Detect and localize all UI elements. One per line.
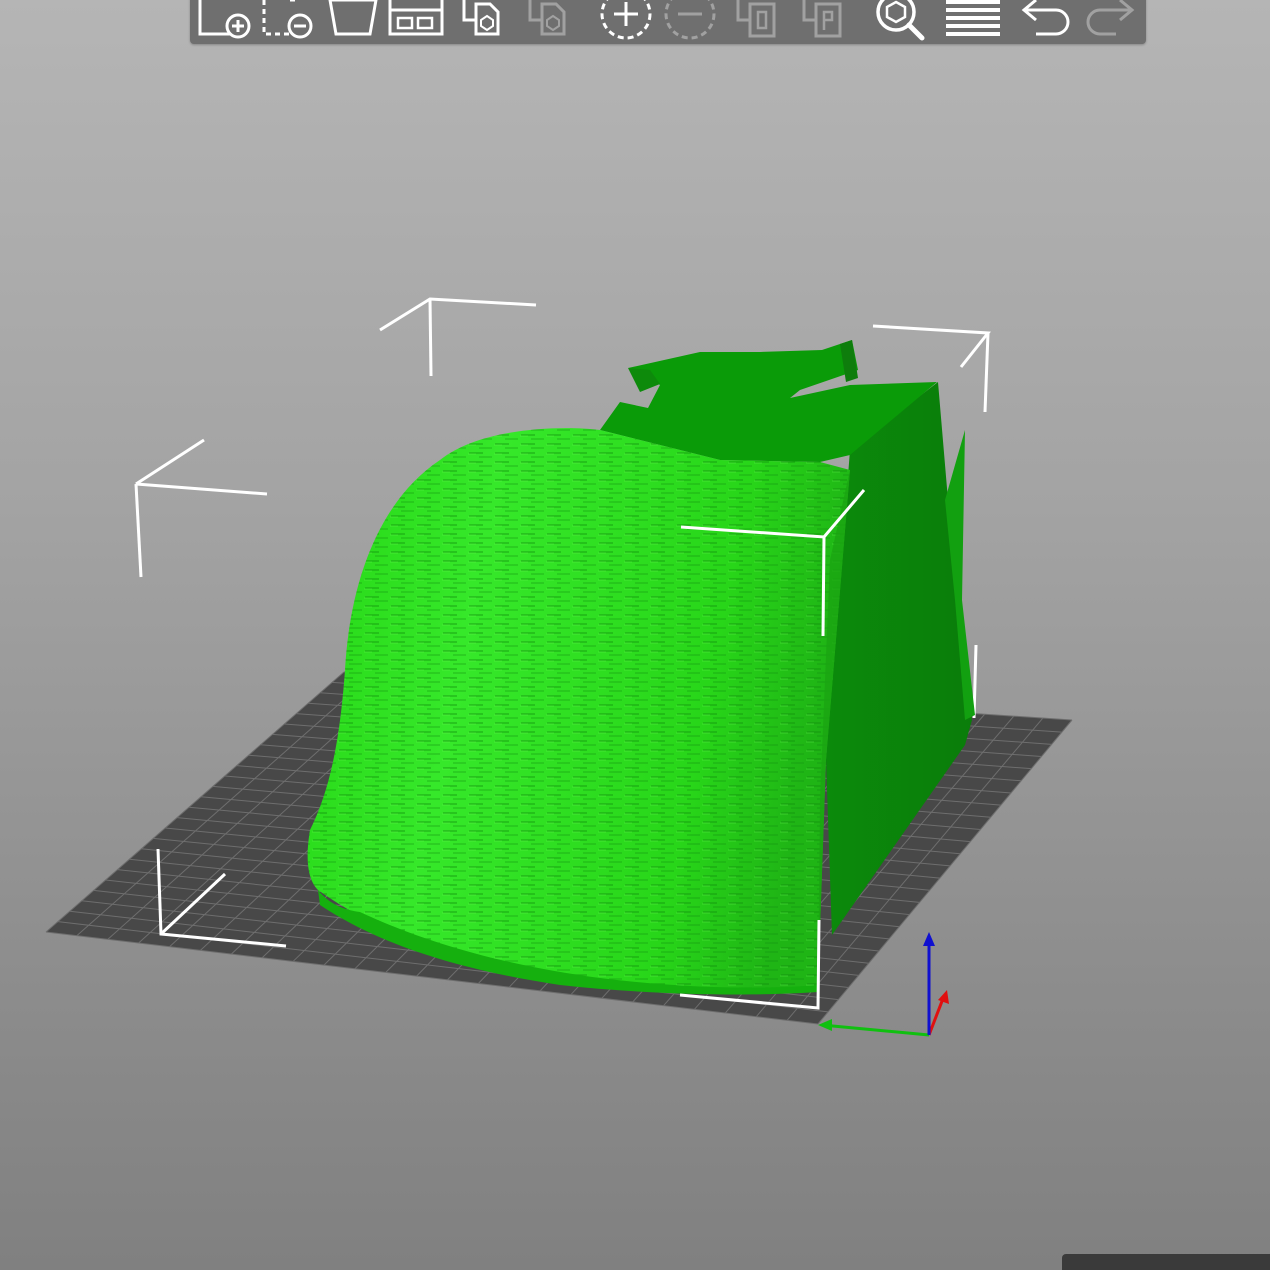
sidebar-collapse-panel[interactable]	[1062, 1254, 1270, 1270]
3d-scene[interactable]	[0, 0, 1270, 1270]
3d-viewport[interactable]	[0, 0, 1270, 1270]
